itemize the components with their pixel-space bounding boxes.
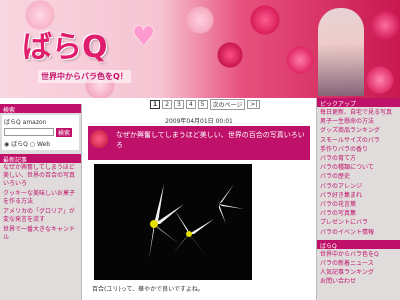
- search-label: ばらQ: [4, 119, 21, 126]
- next-page-link[interactable]: 次のページ: [209, 99, 246, 110]
- search-title: 検索: [0, 104, 81, 114]
- sidebar-link[interactable]: バラのイベント情報: [317, 228, 400, 237]
- post-date: 2009年04月01日 00:01: [165, 118, 233, 125]
- sidebar-link[interactable]: バラの種類について: [317, 163, 400, 172]
- sidebar-link[interactable]: バラの新着ニュース: [317, 259, 400, 268]
- pagination: 1 2 3 4 5 次のページ >|: [150, 99, 261, 110]
- sidebar-link[interactable]: バラ好き集まれ: [317, 191, 400, 200]
- sidebar-link[interactable]: 人気記事ランキング: [317, 268, 400, 277]
- radio-option[interactable]: Web: [37, 141, 50, 148]
- page-1[interactable]: 1: [150, 100, 161, 109]
- sidebar-link[interactable]: クッキーな美味しいお菓子を作る方法: [0, 189, 81, 207]
- sidebar-link[interactable]: バラの花言葉: [317, 200, 400, 209]
- sidebar-link[interactable]: バラの歴史: [317, 172, 400, 181]
- post-title[interactable]: なぜか興奮してしまうほど美しい、世界の百合の写真いろいろ: [88, 126, 310, 160]
- sidebar-link[interactable]: 世界で一番大きなキャンドル: [0, 225, 81, 243]
- lily-photo: [94, 164, 252, 280]
- sidebar-link[interactable]: バラの写真集: [317, 209, 400, 218]
- search-button[interactable]: 検索: [56, 128, 73, 137]
- search-input[interactable]: [4, 128, 54, 136]
- pickup-title: ピックアップ: [317, 98, 400, 108]
- sidebar-link[interactable]: スモールサイズのバラ: [317, 136, 400, 145]
- recent-title: 最新記事: [0, 154, 81, 164]
- heart-icon: ♥: [132, 22, 156, 52]
- sidebar-link[interactable]: バラの育て方: [317, 154, 400, 163]
- left-sidebar: 検索 ばらQ amazon 検索 ◉ ばらQ ○ Web 最新記事 なぜか興奮し…: [0, 104, 82, 300]
- right-sidebar: ピックアップ 毎日更新、自宅で見る写真 男子一生懸命の方法 グッズ商品ランキング…: [316, 98, 400, 300]
- main-content: 2009年04月01日 00:01 なぜか興奮してしまうほど美しい、世界の百合の…: [84, 110, 314, 300]
- site-header: ばらQ ♥ 世界中からバラ色をQ！: [0, 0, 400, 98]
- site-logo[interactable]: ばらQ: [22, 22, 108, 66]
- post-caption: 百合(ユリ)って、華やかで良いですよね。: [92, 286, 204, 293]
- radio-option[interactable]: ばらQ: [11, 141, 28, 148]
- section2-title: ばらQ: [317, 239, 400, 250]
- portrait-image: [318, 8, 364, 96]
- rose-icon: [90, 130, 108, 148]
- search-label-2: amazon: [22, 119, 47, 126]
- page-4[interactable]: 4: [185, 100, 196, 109]
- search-box: ばらQ amazon 検索 ◉ ばらQ ○ Web: [2, 115, 79, 150]
- page-5[interactable]: 5: [197, 100, 208, 109]
- sidebar-link[interactable]: お問い合わせ: [317, 277, 400, 286]
- sidebar-link[interactable]: なぜか興奮してしまうほど美しい、世界の百合の写真いろいろ: [0, 163, 81, 189]
- page-3[interactable]: 3: [174, 100, 184, 109]
- sidebar-link[interactable]: 毎日更新、自宅で見る写真: [317, 108, 400, 117]
- sidebar-link[interactable]: グッズ商品ランキング: [317, 126, 400, 135]
- sidebar-link[interactable]: プレゼントにバラ: [317, 218, 400, 227]
- site-tagline: 世界中からバラ色をQ！: [38, 70, 131, 83]
- sidebar-link[interactable]: 男子一生懸命の方法: [317, 117, 400, 126]
- sidebar-link[interactable]: 世界中からバラ色をQ: [317, 250, 400, 259]
- sidebar-link[interactable]: アメリカの「グロリア」が変な発言を流す: [0, 207, 81, 225]
- sidebar-link[interactable]: 手作りバラの香り: [317, 145, 400, 154]
- last-page-link[interactable]: >|: [247, 100, 261, 109]
- sidebar-link[interactable]: バラのアレンジ: [317, 182, 400, 191]
- page-2[interactable]: 2: [162, 100, 173, 109]
